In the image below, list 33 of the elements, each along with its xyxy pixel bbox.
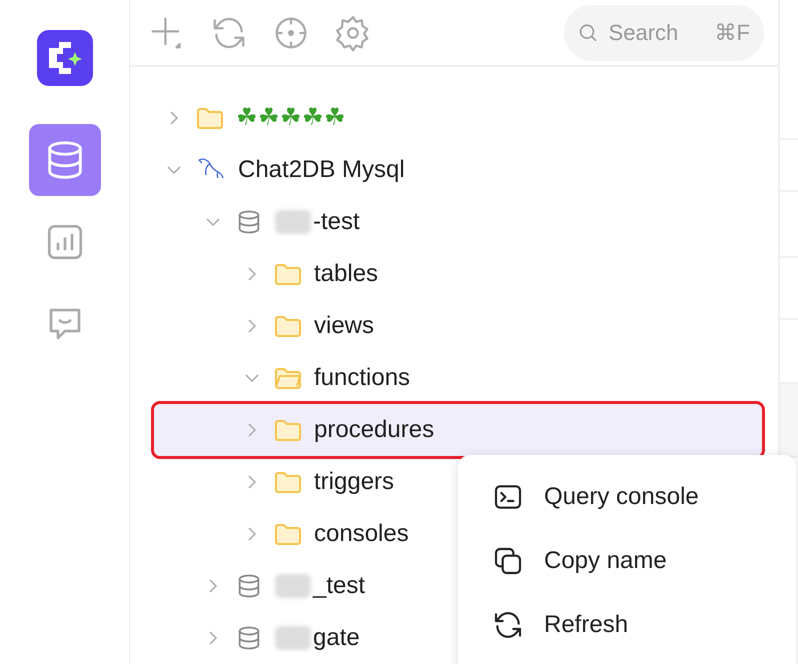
menu-item[interactable]: Refresh [458, 593, 796, 657]
tree-item[interactable]: Chat2DB Mysql [130, 144, 764, 196]
menu-item[interactable]: Query console [458, 465, 796, 529]
folder-icon [274, 418, 302, 442]
shortcut-hint: ⌘F [714, 19, 750, 47]
tree-item[interactable]: views [130, 300, 764, 352]
tree-label: procedures [314, 415, 434, 445]
tree-label: triggers [314, 467, 394, 497]
folder-icon [274, 470, 302, 494]
folder-icon [274, 522, 302, 546]
tree-label: functions [314, 363, 410, 393]
refresh-icon [492, 609, 524, 641]
copy-icon [492, 545, 524, 577]
menu-item[interactable]: Copy name [458, 529, 796, 593]
tree-item[interactable]: tables [130, 248, 764, 300]
tree-label: _test [313, 571, 366, 601]
tree-label: Chat2DB Mysql [238, 155, 405, 185]
folder-icon [196, 106, 224, 130]
tree-item[interactable]: functions [130, 352, 764, 404]
tree-label: -test [313, 207, 360, 237]
tree-label: gate [313, 623, 360, 653]
app-logo [36, 30, 92, 86]
tree-label: tables [314, 259, 378, 289]
tree-label: views [314, 311, 374, 341]
search-input[interactable]: Search [606, 15, 707, 50]
tree-item[interactable]: procedures [154, 404, 762, 456]
folder-icon [274, 314, 302, 338]
folder-icon [274, 262, 302, 286]
tree-label: ☘☘☘☘☘ [236, 103, 346, 133]
tree-label: consoles [314, 519, 409, 549]
sidebar-button[interactable] [28, 124, 100, 196]
folder-icon [274, 366, 302, 390]
tree-item[interactable]: -test [130, 196, 764, 248]
